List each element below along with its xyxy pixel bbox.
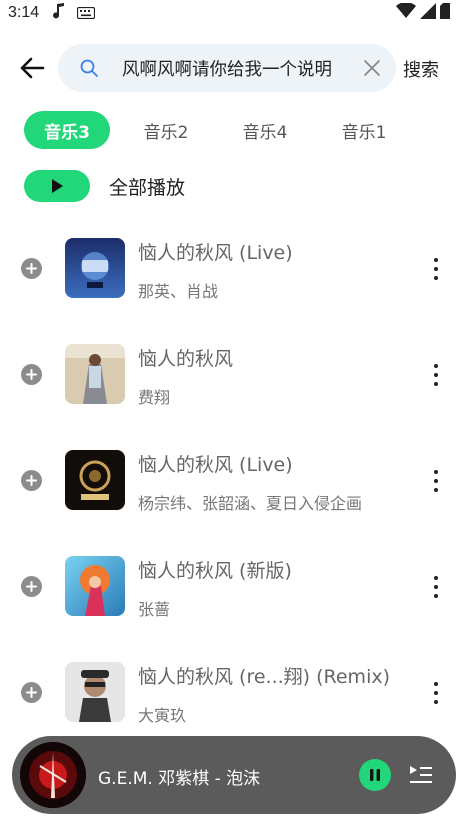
album-cover (65, 450, 125, 510)
album-cover (65, 556, 125, 616)
song-list: 恼人的秋风 (Live) 那英、肖战 恼人的秋风 费翔 恼人的秋风 (Live)… (0, 226, 458, 756)
play-icon (52, 179, 63, 193)
search-box[interactable]: 风啊风啊请你给我一个说明 (58, 44, 396, 92)
search-button[interactable]: 搜索 (403, 56, 439, 82)
song-title: 恼人的秋风 (Live) (138, 454, 293, 476)
tab-music4[interactable]: 音乐4 (222, 111, 308, 149)
close-icon (364, 60, 380, 76)
song-artist: 那英、肖战 (138, 282, 219, 301)
pause-button[interactable] (359, 759, 391, 791)
keyboard-icon (77, 4, 96, 23)
add-to-playlist-button[interactable] (21, 682, 42, 703)
add-to-playlist-button[interactable] (21, 576, 42, 597)
tab-music2[interactable]: 音乐2 (123, 111, 209, 149)
add-to-playlist-button[interactable] (21, 470, 42, 491)
more-options-icon[interactable] (430, 258, 442, 280)
play-all-button[interactable] (24, 170, 90, 202)
album-cover (65, 344, 125, 404)
back-button[interactable] (16, 52, 48, 84)
song-row[interactable]: 恼人的秋风 (新版) 张蔷 (0, 544, 458, 650)
song-title: 恼人的秋风 (Live) (138, 242, 293, 264)
plus-icon (26, 581, 37, 592)
song-artist: 张蔷 (138, 600, 171, 619)
plus-icon (26, 369, 37, 380)
search-header: 风啊风啊请你给我一个说明 搜索 (0, 44, 458, 94)
search-input[interactable]: 风啊风啊请你给我一个说明 (122, 56, 342, 81)
tab-music1[interactable]: 音乐1 (321, 111, 407, 149)
song-artist: 费翔 (138, 388, 171, 407)
song-artist: 大寅玖 (138, 706, 187, 725)
song-title: 恼人的秋风 (138, 348, 234, 370)
play-all[interactable]: 全部播放 (24, 170, 185, 202)
tab-music3[interactable]: 音乐3 (24, 111, 110, 149)
clear-search-button[interactable] (360, 56, 384, 80)
add-to-playlist-button[interactable] (21, 258, 42, 279)
search-icon (78, 57, 100, 79)
album-cover (65, 238, 125, 298)
song-row[interactable]: 恼人的秋风 费翔 (0, 332, 458, 438)
song-title: 恼人的秋风 (re...翔) (Remix) (138, 666, 391, 688)
more-options-icon[interactable] (430, 682, 442, 704)
wifi-icon (396, 2, 416, 23)
signal-icon (420, 3, 436, 23)
more-options-icon[interactable] (430, 576, 442, 598)
song-title: 恼人的秋风 (新版) (138, 560, 292, 582)
more-options-icon[interactable] (430, 364, 442, 386)
back-arrow-icon (20, 57, 45, 79)
status-bar: 3:14 (0, 0, 458, 26)
pause-icon (370, 769, 380, 781)
now-playing-cover (20, 742, 86, 808)
now-playing-title: G.E.M. 邓紫棋 - 泡沫 (98, 769, 261, 789)
plus-icon (26, 475, 37, 486)
song-row[interactable]: 恼人的秋风 (Live) 那英、肖战 (0, 226, 458, 332)
no-sim-icon (440, 3, 450, 23)
song-artist: 杨宗纬、张韶涵、夏日入侵企画 (138, 494, 363, 513)
playlist-queue-button[interactable] (408, 762, 434, 788)
status-icons-right (396, 2, 450, 23)
album-cover (65, 662, 125, 722)
plus-icon (26, 263, 37, 274)
status-time: 3:14 (8, 4, 40, 21)
status-icons-left (53, 3, 96, 23)
mini-player[interactable]: G.E.M. 邓紫棋 - 泡沫 (12, 736, 456, 814)
music-note-icon (53, 3, 65, 23)
more-options-icon[interactable] (430, 470, 442, 492)
song-row[interactable]: 恼人的秋风 (Live) 杨宗纬、张韶涵、夏日入侵企画 (0, 438, 458, 544)
playlist-icon (410, 766, 432, 783)
play-all-label: 全部播放 (109, 176, 186, 199)
category-tabs: 音乐3 音乐2 音乐4 音乐1 (24, 111, 420, 149)
add-to-playlist-button[interactable] (21, 364, 42, 385)
plus-icon (26, 687, 37, 698)
